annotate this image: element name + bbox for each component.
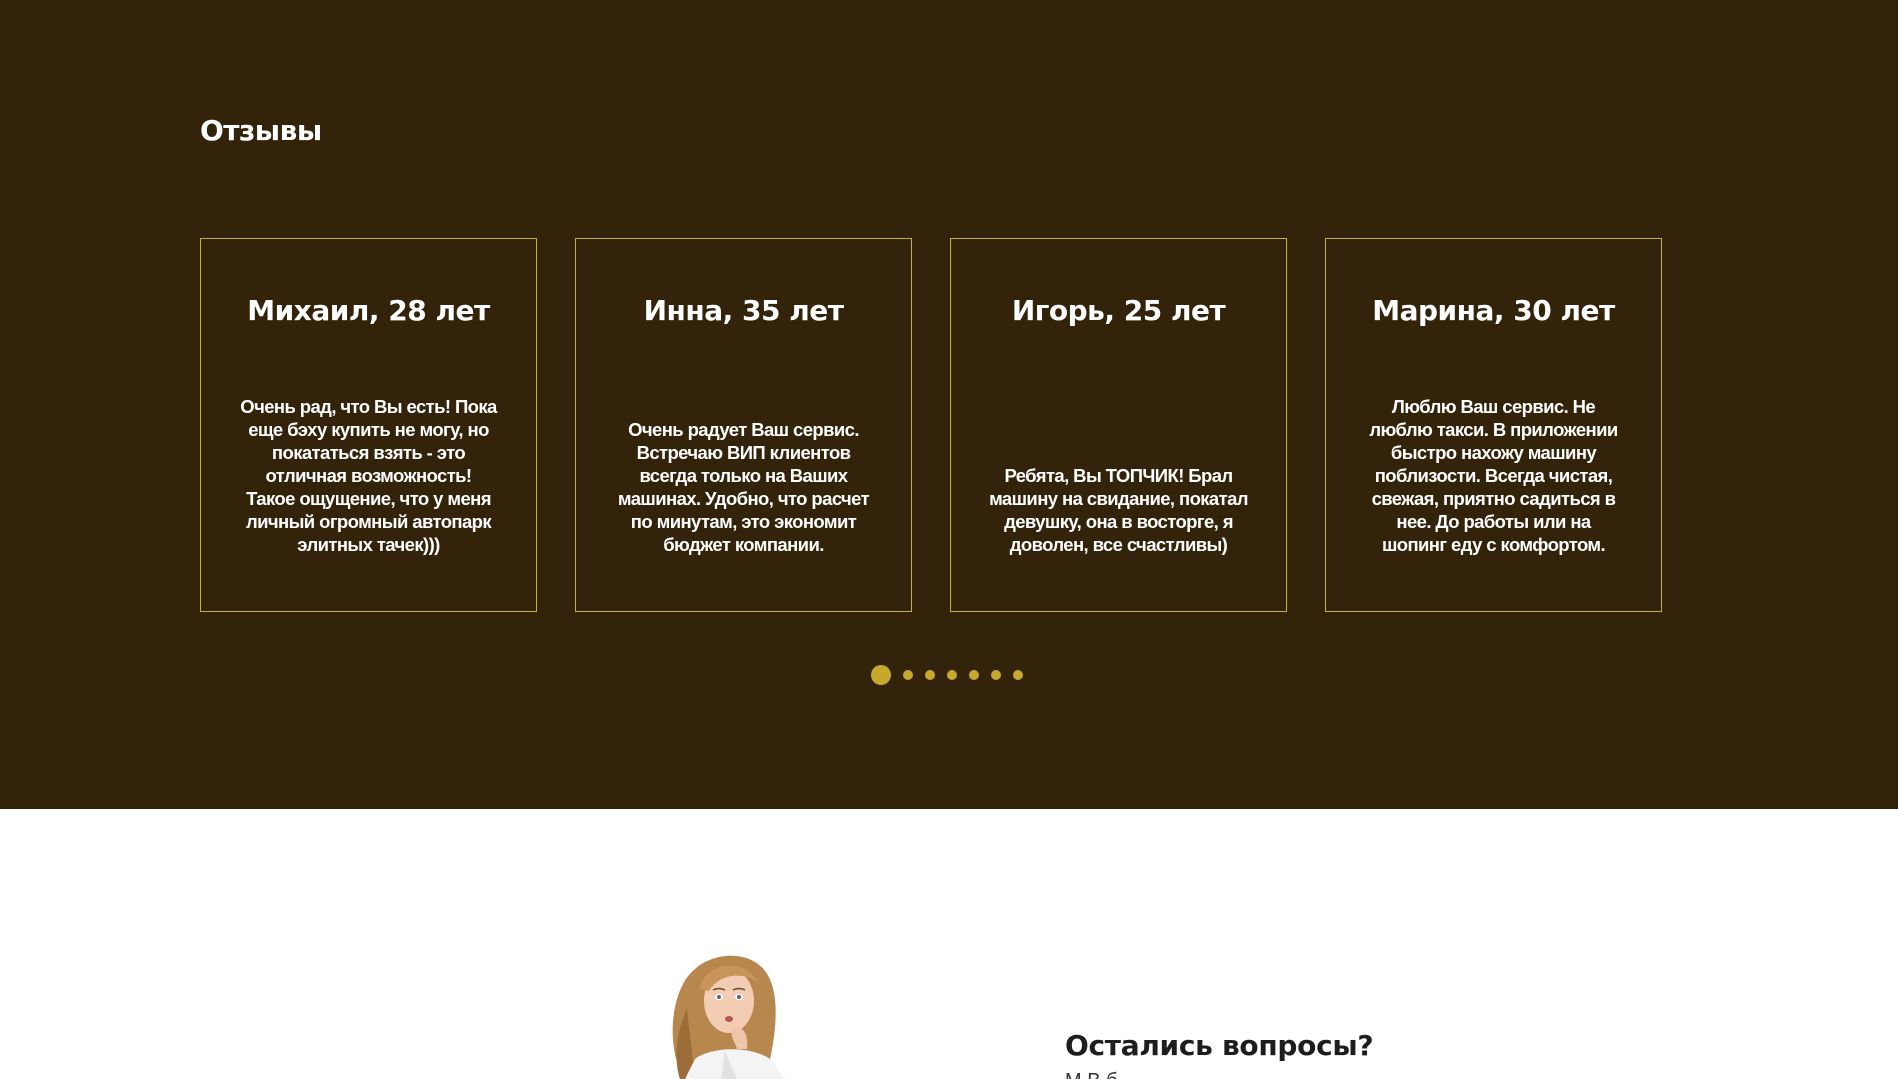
carousel-dot-4[interactable] [947,670,957,680]
carousel-pagination [871,665,1023,685]
carousel-dot-5[interactable] [969,670,979,680]
review-author: Игорь, 25 лет [1011,294,1226,327]
review-card: Марина, 30 лет Люблю Ваш сервис. Не любл… [1325,238,1662,612]
review-author: Марина, 30 лет [1372,294,1615,327]
review-text: Очень рад, что Вы есть! Пока еще бэху ку… [240,396,497,555]
woman-thinking-photo [625,949,835,1079]
review-author: Инна, 35 лет [643,294,844,327]
reviews-section: Отзывы Михаил, 28 лет Очень рад, что Вы … [0,0,1898,809]
carousel-dot-7[interactable] [1013,670,1023,680]
carousel-dot-1[interactable] [871,665,891,685]
questions-title: Остались вопросы? [1065,1029,1374,1062]
reviews-title: Отзывы [200,114,322,147]
carousel-dot-2[interactable] [903,670,913,680]
review-author: Михаил, 28 лет [247,294,490,327]
review-text: Очень радует Ваш сервис. Встречаю ВИП кл… [617,419,870,555]
review-card: Михаил, 28 лет Очень рад, что Вы есть! П… [200,238,537,612]
review-text: Ребята, Вы ТОПЧИК! Брал машину на свидан… [989,465,1248,555]
questions-subtitle: М В б [1065,1071,1118,1079]
carousel-dot-3[interactable] [925,670,935,680]
review-card: Инна, 35 лет Очень радует Ваш сервис. Вс… [575,238,912,612]
carousel-dot-6[interactable] [991,670,1001,680]
review-card: Игорь, 25 лет Ребята, Вы ТОПЧИК! Брал ма… [950,238,1287,612]
questions-section: Остались вопросы? М В б [0,809,1898,1079]
review-text: Люблю Ваш сервис. Не люблю такси. В прил… [1369,396,1618,555]
